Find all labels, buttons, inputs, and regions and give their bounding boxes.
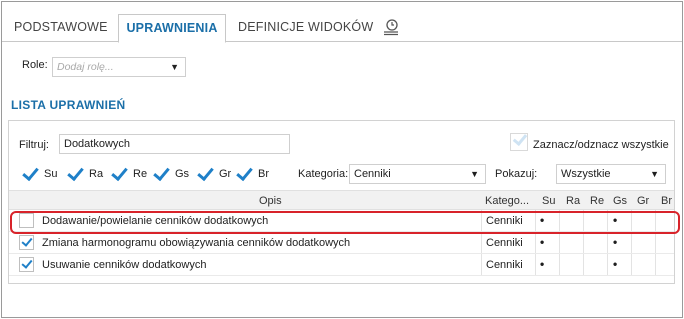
perm-dot-gs: • [613, 257, 618, 271]
category-select[interactable]: Cenniki ▼ [349, 164, 486, 184]
tab-podstawowe[interactable]: PODSTAWOWE [14, 14, 108, 42]
tab-uprawnienia[interactable]: UPRAWNIENIA [118, 14, 226, 43]
chevron-down-icon: ▼ [470, 169, 479, 179]
filter-label: Filtruj: [19, 139, 49, 151]
perm-dot-gs: • [613, 235, 618, 249]
perm-dot-su: • [540, 257, 545, 271]
show-value: Wszystkie [561, 168, 611, 180]
perm-dot-su: • [540, 213, 545, 227]
toggle-all-checkbox[interactable] [510, 130, 528, 151]
table-row[interactable]: Zmiana harmonogramu obowiązywania cennik… [9, 232, 674, 254]
row-checkbox[interactable] [19, 257, 34, 272]
role-label: Role: [22, 59, 48, 71]
section-title: LISTA UPRAWNIEŃ [11, 98, 126, 112]
permissions-grid: Opis Katego... Su Ra Re Gs Gr Br Dodawan… [9, 190, 674, 276]
check-icon [512, 130, 528, 147]
check-icon [21, 257, 33, 269]
chevron-down-icon: ▼ [170, 62, 179, 72]
column-header-su[interactable]: Su [542, 195, 555, 207]
column-header-re[interactable]: Re [590, 195, 604, 207]
row-category: Cenniki [486, 237, 523, 249]
column-header-br[interactable]: Br [661, 195, 672, 207]
column-header-gs[interactable]: Gs [613, 195, 627, 207]
perm-dot-gs: • [613, 213, 618, 227]
row-description: Zmiana harmonogramu obowiązywania cennik… [42, 237, 351, 249]
row-checkbox[interactable] [19, 235, 34, 250]
row-description: Dodawanie/powielanie cenników dodatkowyc… [42, 215, 269, 227]
check-icon [21, 235, 33, 247]
row-description: Usuwanie cenników dodatkowych [42, 259, 207, 271]
perm-dot-su: • [540, 235, 545, 249]
row-category: Cenniki [486, 259, 523, 271]
row-category: Cenniki [486, 215, 523, 227]
column-header-gr[interactable]: Gr [637, 195, 649, 207]
grid-header: Opis Katego... Su Ra Re Gs Gr Br [9, 190, 674, 210]
category-value: Cenniki [354, 168, 391, 180]
category-label: Kategoria: [298, 168, 349, 180]
show-label: Pokazuj: [495, 168, 538, 180]
row-checkbox[interactable] [19, 213, 34, 228]
toggle-all-label: Zaznacz/odznacz wszystkie [533, 139, 669, 151]
table-row[interactable]: Usuwanie cenników dodatkowych Cenniki • … [9, 254, 674, 276]
role-placeholder: Dodaj rolę... [57, 61, 114, 73]
tab-definicje-widokow[interactable]: DEFINICJE WIDOKÓW [238, 14, 373, 42]
role-select[interactable]: Dodaj rolę... ▼ [52, 57, 186, 77]
tab-bar: PODSTAWOWE UPRAWNIENIA DEFINICJE WIDOKÓW [2, 14, 682, 43]
filter-input[interactable] [59, 134, 290, 154]
history-icon[interactable] [382, 18, 400, 36]
show-select[interactable]: Wszystkie ▼ [556, 164, 666, 184]
column-header-desc[interactable]: Opis [259, 195, 282, 207]
chevron-down-icon: ▼ [650, 169, 659, 179]
table-row[interactable]: Dodawanie/powielanie cenników dodatkowyc… [9, 210, 674, 232]
column-header-category[interactable]: Katego... [485, 195, 529, 207]
column-header-ra[interactable]: Ra [566, 195, 580, 207]
